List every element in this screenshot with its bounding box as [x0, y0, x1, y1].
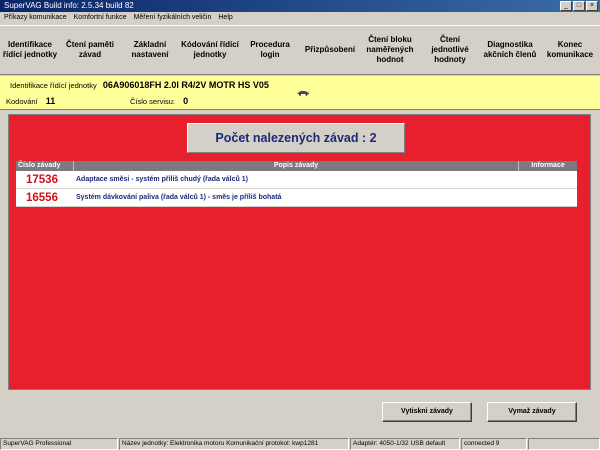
window-title: SuperVAG Build info: 2.5.34 build 82 [4, 1, 134, 10]
coding-row: Kodování 11 Číslo servisu: 0 [6, 96, 406, 106]
service-label: Číslo servisu: [130, 97, 176, 106]
table-row[interactable]: 17536 Adaptace směsi - systém příliš chu… [16, 171, 577, 189]
service-number: Číslo servisu: 0 [130, 96, 188, 106]
fault-description: Systém dávkování paliva (řada válců 1) -… [76, 194, 282, 201]
print-faults-button[interactable]: Vytiskni závady [382, 402, 472, 422]
fault-table: Číslo závady Popis závady Informace 1753… [16, 161, 577, 207]
fault-description: Adaptace směsi - systém příliš chudý (řa… [76, 176, 248, 183]
coding-label: Kodování [6, 97, 38, 106]
menu-item-comfort[interactable]: Komfortní funkce [74, 12, 127, 24]
toolbar-login-button[interactable]: Procedura login [240, 26, 300, 74]
clear-faults-button[interactable]: Vymaž závady [487, 402, 577, 422]
maximize-icon[interactable]: □ [573, 1, 585, 11]
fault-panel: Počet nalezených závad : 2 Číslo závady … [8, 114, 591, 390]
status-bar: SuperVAG Professional Název jednotky: El… [0, 438, 600, 450]
identification-row: Identifikace řídící jednotky 06A906018FH… [10, 80, 269, 90]
identification-value: 06A906018FH 2.0l R4/2V MOTR HS V05 [102, 80, 269, 90]
status-app: SuperVAG Professional [0, 438, 118, 450]
minimize-icon[interactable]: _ [560, 1, 572, 11]
table-row[interactable]: 16556 Systém dávkování paliva (řada válc… [16, 189, 577, 207]
toolbar-adaptation-button[interactable]: Přizpůsobení [300, 26, 360, 74]
window-controls: _ □ × [560, 1, 598, 11]
menu-item-measurement[interactable]: Měření fyzikálních veličin [134, 12, 212, 24]
control-unit-info-panel: Identifikace řídící jednotky 06A906018FH… [0, 76, 600, 110]
window-titlebar: SuperVAG Build info: 2.5.34 build 82 _ □… [0, 0, 600, 12]
status-adapter: Adaptér: 4050-1/32 USB default [350, 438, 460, 450]
toolbar-coding-button[interactable]: Kódování řídící jednotky [180, 26, 240, 74]
toolbar-identification-button[interactable]: Identifikace řídící jednotky [0, 26, 60, 74]
close-icon[interactable]: × [586, 1, 598, 11]
toolbar-basic-settings-button[interactable]: Základní nastavení [120, 26, 180, 74]
function-toolbar: Identifikace řídící jednotky Čtení pamět… [0, 25, 600, 75]
status-unit: Název jednotky: Elektronika motoru Komun… [119, 438, 349, 450]
status-connection: connected 9 [461, 438, 527, 450]
toolbar-measuring-blocks-button[interactable]: Čtení bloku naměřených hodnot [360, 26, 420, 74]
status-empty [528, 438, 600, 450]
fault-code: 17536 [26, 173, 58, 186]
menu-item-help[interactable]: Help [218, 12, 232, 24]
fault-table-header: Číslo závady Popis závady Informace [16, 161, 577, 171]
fault-code: 16556 [26, 191, 58, 204]
toolbar-read-faults-button[interactable]: Čtení paměti závad [60, 26, 120, 74]
column-header-info[interactable]: Informace [519, 161, 577, 171]
status-protocol: Komunikační protokol: kwp1281 [226, 440, 319, 447]
coding-value: 11 [45, 96, 56, 106]
toolbar-actuator-test-button[interactable]: Diagnostika akčních členů [480, 26, 540, 74]
status-unit-name: Název jednotky: Elektronika motoru [122, 440, 225, 447]
menu-item-communication[interactable]: Příkazy komunikace [4, 12, 67, 24]
identification-label: Identifikace řídící jednotky [10, 81, 97, 90]
column-header-code[interactable]: Číslo závady [16, 161, 74, 171]
toolbar-end-communication-button[interactable]: Konec komunikace [540, 26, 600, 74]
toolbar-single-value-button[interactable]: Čtení jednotlivé hodnoty [420, 26, 480, 74]
column-header-description[interactable]: Popis závady [74, 161, 519, 171]
menu-bar: Příkazy komunikace Komfortní funkce Měře… [0, 12, 600, 24]
service-value: 0 [183, 96, 189, 106]
fault-count-title: Počet nalezených závad : 2 [187, 123, 405, 153]
